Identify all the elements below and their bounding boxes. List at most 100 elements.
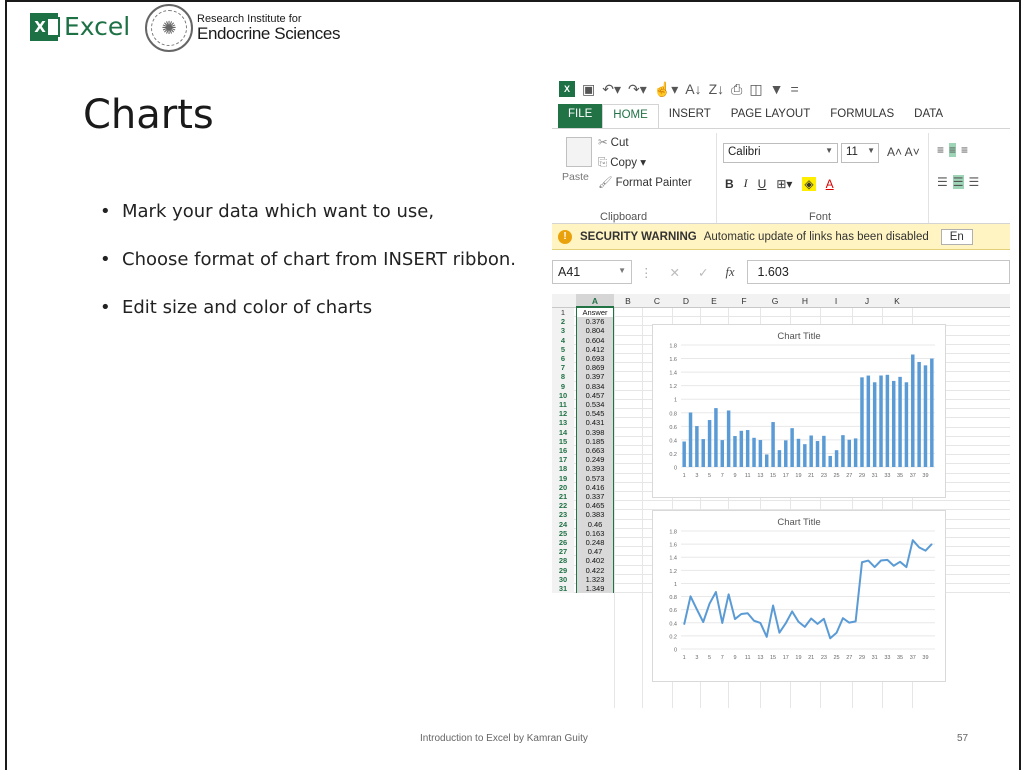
row-header[interactable]: 4 <box>552 335 574 345</box>
row-header[interactable]: 13 <box>552 418 574 428</box>
row-header[interactable]: 21 <box>552 492 574 502</box>
row-header[interactable]: 6 <box>552 354 574 364</box>
cell-a[interactable]: 0.465 <box>576 501 614 511</box>
cell-a[interactable]: 0.402 <box>576 556 614 566</box>
row-header[interactable]: 9 <box>552 381 574 391</box>
row-header[interactable]: 18 <box>552 464 574 474</box>
cell-a[interactable]: 0.457 <box>576 390 614 400</box>
row-header[interactable]: 5 <box>552 344 574 354</box>
cell-a[interactable]: 0.869 <box>576 363 614 373</box>
format-painter-button[interactable]: 🖌 Format Painter <box>598 175 692 189</box>
paste-icon[interactable] <box>566 137 592 167</box>
tab-home[interactable]: HOME <box>602 104 659 128</box>
font-grow-shrink-icon[interactable]: A˄ A˅ <box>887 145 920 159</box>
sort-descending-icon[interactable]: Z↓ <box>709 81 725 97</box>
tab-page-layout[interactable]: PAGE LAYOUT <box>721 104 820 128</box>
column-header[interactable]: I <box>820 296 852 306</box>
spreadsheet-grid[interactable]: ABCDEFGHIJK 1 Answer 2 0.376 3 0.804 4 0.604 5 0.… <box>552 294 1010 708</box>
bar-chart[interactable]: Chart Title 0 0.2 0.4 0.6 0.8 1 1.2 1.4 1.6 1.8 1 3… <box>652 324 946 498</box>
italic-icon[interactable]: I <box>744 176 748 191</box>
row-header[interactable]: 10 <box>552 390 574 400</box>
fill-color-icon[interactable]: ◈ <box>802 176 816 191</box>
row-header[interactable]: 29 <box>552 565 574 575</box>
insert-function-icon[interactable]: fx <box>725 265 734 280</box>
row-header[interactable]: 23 <box>552 510 574 520</box>
cell-a[interactable]: 0.46 <box>576 519 614 529</box>
row-header[interactable]: 19 <box>552 473 574 483</box>
align-bottom-icon[interactable]: ≡ <box>961 143 968 157</box>
cancel-icon[interactable]: ✕ <box>670 265 680 280</box>
cell-a[interactable]: 0.248 <box>576 538 614 548</box>
row-header[interactable]: 17 <box>552 455 574 465</box>
row-header[interactable]: 24 <box>552 519 574 529</box>
cell-a[interactable]: 0.397 <box>576 372 614 382</box>
enter-icon[interactable]: ✓ <box>698 265 708 280</box>
line-chart[interactable]: Chart Title 0 0.2 0.4 0.6 0.8 1 1.2 1.4 1.6 1.8 1 3… <box>652 510 946 682</box>
cell-a[interactable]: 0.545 <box>576 409 614 419</box>
sort-ascending-icon[interactable]: A↓ <box>685 81 701 97</box>
cell-a[interactable]: 1.349 <box>576 584 614 594</box>
column-header[interactable]: D <box>672 296 700 306</box>
cell-a[interactable]: 0.249 <box>576 455 614 465</box>
row-header[interactable]: 26 <box>552 538 574 548</box>
row-header[interactable]: 25 <box>552 528 574 538</box>
column-header[interactable]: C <box>642 296 672 306</box>
undo-icon[interactable]: ↶▾ <box>602 81 621 98</box>
column-header[interactable]: G <box>760 296 790 306</box>
font-size-dropdown[interactable]: 11 ▼ <box>841 143 879 163</box>
row-header[interactable]: 30 <box>552 574 574 584</box>
filter-icon[interactable]: ▼ <box>770 81 784 97</box>
bold-icon[interactable]: B <box>725 177 734 191</box>
align-top-icon[interactable]: ≡ <box>937 143 944 157</box>
align-right-icon[interactable]: ☰ <box>969 175 980 189</box>
cell-a[interactable]: Answer <box>576 308 614 318</box>
save-icon[interactable]: ▣ <box>582 81 595 98</box>
borders-icon[interactable]: ⊞▾ <box>776 177 792 191</box>
row-header[interactable]: 3 <box>552 326 574 336</box>
column-header[interactable]: E <box>700 296 728 306</box>
cell-a[interactable]: 0.383 <box>576 510 614 520</box>
font-color-icon[interactable]: A <box>826 177 834 191</box>
row-header[interactable]: 20 <box>552 482 574 492</box>
row-header[interactable]: 11 <box>552 400 574 410</box>
cell-a[interactable]: 0.693 <box>576 354 614 364</box>
customize-qat-icon[interactable]: = <box>790 81 798 97</box>
column-header[interactable]: H <box>790 296 820 306</box>
row-header[interactable]: 14 <box>552 427 574 437</box>
cell-a[interactable]: 0.534 <box>576 400 614 410</box>
cell-a[interactable]: 0.573 <box>576 473 614 483</box>
cell-a[interactable]: 0.337 <box>576 492 614 502</box>
cell-a[interactable]: 0.47 <box>576 547 614 557</box>
print-preview-icon[interactable]: ⎙ <box>731 81 742 98</box>
cell-a[interactable]: 1.323 <box>576 574 614 584</box>
row-header[interactable]: 28 <box>552 556 574 566</box>
enable-content-button[interactable]: En <box>940 228 973 245</box>
row-header[interactable]: 31 <box>552 584 574 594</box>
cell-a[interactable]: 0.416 <box>576 482 614 492</box>
cut-button[interactable]: ✂ Cut <box>598 135 629 149</box>
redo-icon[interactable]: ↷▾ <box>628 81 647 98</box>
column-header[interactable]: B <box>614 296 642 306</box>
align-left-icon[interactable]: ☰ <box>937 175 948 189</box>
name-box[interactable]: A41 ▼ <box>552 260 632 284</box>
tab-formulas[interactable]: FORMULAS <box>820 104 904 128</box>
column-header[interactable]: A <box>576 294 614 308</box>
cell-a[interactable]: 0.376 <box>576 317 614 327</box>
row-header[interactable]: 1 <box>552 308 574 318</box>
row-header[interactable]: 22 <box>552 501 574 511</box>
font-name-dropdown[interactable]: Calibri ▼ <box>723 143 838 163</box>
camera-icon[interactable]: ◫ <box>749 81 762 98</box>
cell-a[interactable]: 0.412 <box>576 344 614 354</box>
cell-a[interactable]: 0.163 <box>576 528 614 538</box>
align-center-icon[interactable]: ☰ <box>952 175 964 189</box>
row-header[interactable]: 16 <box>552 446 574 456</box>
copy-button[interactable]: ⎘ Copy ▾ <box>598 155 646 170</box>
cell-a[interactable]: 0.604 <box>576 335 614 345</box>
column-header[interactable]: K <box>882 296 912 306</box>
tab-file[interactable]: FILE <box>558 104 603 128</box>
row-header[interactable]: 12 <box>552 409 574 419</box>
cell-a[interactable]: 0.804 <box>576 326 614 336</box>
row-header[interactable]: 2 <box>552 317 574 327</box>
cell-a[interactable]: 0.663 <box>576 446 614 456</box>
cell-a[interactable]: 0.398 <box>576 427 614 437</box>
